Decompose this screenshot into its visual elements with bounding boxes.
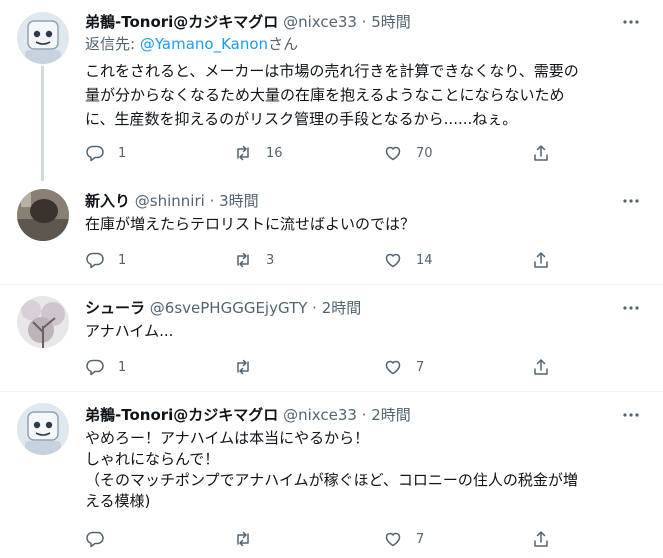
retweet-button[interactable]: [233, 356, 266, 378]
retweet-icon: [237, 252, 249, 268]
tweet-4[interactable]: 弟鶺-Tonori@カジキマグロ @nixce33 · 2時間 やめろー！アナハ…: [0, 393, 663, 558]
timestamp[interactable]: 3時間: [219, 192, 259, 210]
like-count: 70: [416, 145, 433, 161]
more-options-icon[interactable]: [621, 405, 641, 425]
tweet-1[interactable]: 弟鶺-Tonori@カジキマグロ @nixce33 · 5時間 返信先: @Ya…: [0, 0, 663, 181]
mention-link[interactable]: @Yamano_Kanon: [140, 35, 268, 53]
like-count: 14: [416, 252, 433, 268]
like-count: 7: [416, 531, 425, 547]
share-button[interactable]: [531, 249, 551, 271]
heart-icon: [385, 360, 401, 375]
thread-line: [41, 66, 44, 181]
display-name[interactable]: 新入り: [85, 192, 130, 210]
tweet-actions: 1 3 14: [85, 249, 565, 271]
share-icon: [534, 531, 548, 547]
cherry-blossom-avatar[interactable]: [17, 296, 69, 348]
tweet-header: 新入り @shinniri · 3時間: [85, 191, 617, 211]
like-count: 7: [416, 359, 425, 375]
tweet-text-line: やめろー！アナハイムは本当にやるから！: [85, 429, 370, 447]
tweet-text-line: に、生産数を抑えるのがリスク管理の手段となるから......ねぇ。: [85, 110, 518, 128]
tweet-content: 弟鶺-Tonori@カジキマグロ @nixce33 · 5時間 返信先: @Ya…: [85, 12, 617, 131]
timestamp[interactable]: 5時間: [371, 13, 411, 31]
display-name[interactable]: 弟鶺-Tonori@カジキマグロ: [85, 13, 278, 31]
photo-avatar[interactable]: [17, 189, 69, 241]
reply-button[interactable]: 1: [85, 142, 126, 164]
tweet-content: 新入り @shinniri · 3時間 在庫が増えたらテロリストに流せばよいので…: [85, 191, 617, 235]
more-options-icon[interactable]: [621, 12, 641, 32]
reply-prefix: 返信先:: [85, 35, 140, 53]
share-button[interactable]: [531, 356, 551, 378]
timestamp[interactable]: 2時間: [322, 299, 362, 317]
share-icon: [534, 252, 548, 268]
tweet-text-line: アナハイム...: [85, 322, 174, 340]
heart-icon: [385, 532, 401, 547]
reply-button[interactable]: 1: [85, 249, 126, 271]
retweet-count: 16: [266, 145, 283, 161]
user-handle[interactable]: @shinniri: [135, 192, 205, 210]
heart-icon: [385, 146, 401, 161]
tweet-content: シューラ @6svePHGGGEjyGTY · 2時間 アナハイム...: [85, 298, 617, 342]
separator-dot: ·: [356, 13, 372, 31]
retweet-icon: [237, 145, 249, 161]
user-handle[interactable]: @6svePHGGGEjyGTY: [150, 299, 308, 317]
separator-dot: ·: [356, 406, 372, 424]
reply-button[interactable]: [85, 528, 118, 550]
reply-count: 1: [118, 359, 127, 375]
tweet-text-line: （そのマッチポンプでアナハイムが稼ぐほど、コロニーの住人の税金が増: [85, 471, 578, 489]
tweet-text: 在庫が増えたらテロリストに流せばよいのでは？: [85, 214, 617, 235]
reply-count: 1: [118, 145, 127, 161]
retweet-icon: [237, 531, 249, 547]
separator-dot: ·: [204, 192, 220, 210]
tweet-text: これをされると、メーカーは市場の売れ行きを計算できなくなり、需要の 量が分からな…: [85, 59, 617, 131]
heart-icon: [385, 253, 401, 268]
tweet-content: 弟鶺-Tonori@カジキマグロ @nixce33 · 2時間 やめろー！アナハ…: [85, 405, 617, 512]
tweet-header: シューラ @6svePHGGGEjyGTY · 2時間: [85, 298, 617, 318]
reply-icon: [86, 359, 104, 376]
like-button[interactable]: 7: [383, 356, 424, 378]
reply-icon: [86, 145, 104, 162]
robot-avatar[interactable]: [17, 403, 69, 455]
retweet-icon: [237, 359, 249, 375]
separator-dot: ·: [307, 299, 322, 317]
like-button[interactable]: 14: [383, 249, 433, 271]
more-options-icon[interactable]: [621, 298, 641, 318]
tweet-text-line: える模様): [85, 492, 151, 510]
tweet-text-line: しゃれにならんで！: [85, 450, 220, 468]
tweet-actions: 7: [85, 528, 565, 550]
tweet-text-line: 量が分からなくなるため大量の在庫を抱えるようなことにならないため: [85, 86, 565, 104]
tweet-text-line: 在庫が増えたらテロリストに流せばよいのでは？: [85, 215, 416, 233]
share-icon: [534, 145, 548, 161]
share-button[interactable]: [531, 142, 551, 164]
reply-icon: [86, 531, 104, 548]
retweet-button[interactable]: [233, 528, 266, 550]
reply-suffix: さん: [268, 35, 299, 53]
timestamp[interactable]: 2時間: [371, 406, 411, 424]
robot-avatar[interactable]: [17, 12, 69, 64]
reply-button[interactable]: 1: [85, 356, 126, 378]
tweet-actions: 1 7: [85, 356, 565, 378]
tweet-2[interactable]: 新入り @shinniri · 3時間 在庫が増えたらテロリストに流せばよいので…: [0, 181, 663, 285]
tweet-text: アナハイム...: [85, 321, 617, 342]
retweet-button[interactable]: 3: [233, 249, 274, 271]
retweet-count: 3: [266, 252, 275, 268]
display-name[interactable]: 弟鶺-Tonori@カジキマグロ: [85, 406, 278, 424]
tweet-text-line: これをされると、メーカーは市場の売れ行きを計算できなくなり、需要の: [85, 62, 579, 80]
reply-icon: [86, 252, 104, 269]
user-handle[interactable]: @nixce33: [283, 406, 357, 424]
display-name[interactable]: シューラ: [85, 299, 145, 317]
tweet-3[interactable]: シューラ @6svePHGGGEjyGTY · 2時間 アナハイム... 1 7: [0, 286, 663, 392]
tweet-actions: 1 16 70: [85, 142, 565, 164]
tweet-header: 弟鶺-Tonori@カジキマグロ @nixce33 · 2時間: [85, 405, 617, 425]
more-options-icon[interactable]: [621, 191, 641, 211]
tweet-header: 弟鶺-Tonori@カジキマグロ @nixce33 · 5時間: [85, 12, 617, 32]
like-button[interactable]: 7: [383, 528, 424, 550]
retweet-button[interactable]: 16: [233, 142, 283, 164]
tweet-text: やめろー！アナハイムは本当にやるから！ しゃれにならんで！ （そのマッチポンプで…: [85, 428, 617, 512]
user-handle[interactable]: @nixce33: [283, 13, 357, 31]
share-icon: [534, 359, 548, 375]
reply-context: 返信先: @Yamano_Kanonさん: [85, 34, 617, 54]
like-button[interactable]: 70: [383, 142, 433, 164]
share-button[interactable]: [531, 528, 551, 550]
reply-count: 1: [118, 252, 127, 268]
